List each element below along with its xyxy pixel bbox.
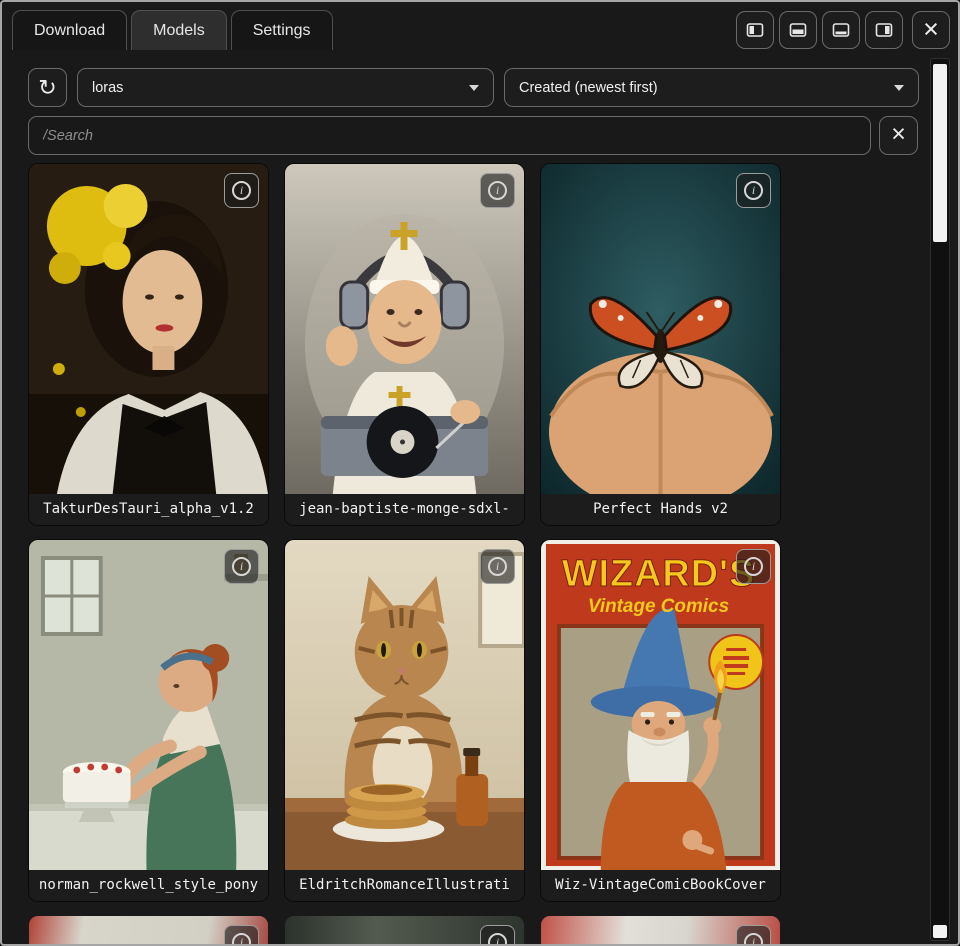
model-type-select[interactable]: loras	[77, 68, 494, 107]
info-button[interactable]: i	[736, 925, 771, 946]
model-type-value: loras	[92, 80, 123, 96]
dock-bottom-bar-button[interactable]	[822, 11, 860, 49]
dock-left-button[interactable]	[736, 11, 774, 49]
close-icon: ×	[923, 16, 939, 43]
info-icon: i	[744, 933, 763, 946]
sort-value: Created (newest first)	[519, 80, 658, 96]
titlebar-buttons: ×	[736, 11, 950, 49]
tab-download-label: Download	[34, 22, 105, 40]
info-icon: i	[488, 557, 507, 576]
model-name: EldritchRomanceIllustrati	[285, 870, 524, 901]
info-icon: i	[232, 933, 251, 946]
model-thumbnail	[285, 540, 524, 870]
chevron-down-icon	[894, 85, 904, 91]
info-icon: i	[488, 181, 507, 200]
scrollbar-track[interactable]	[930, 58, 950, 941]
scrollbar-thumb[interactable]	[933, 64, 947, 242]
info-icon: i	[232, 181, 251, 200]
info-button[interactable]: i	[480, 173, 515, 208]
model-thumbnail	[29, 164, 268, 494]
dock-bottom-bar-icon	[831, 20, 851, 40]
refresh-icon: ↻	[38, 75, 56, 101]
model-name: TakturDesTauri_alpha_v1.2	[29, 494, 268, 525]
tab-models[interactable]: Models	[131, 10, 227, 50]
tab-settings-label: Settings	[253, 22, 311, 40]
model-thumbnail	[285, 164, 524, 494]
tab-bar: Download Models Settings	[12, 10, 333, 50]
model-card[interactable]: jean-baptiste-monge-sdxl- i	[285, 164, 524, 525]
model-card[interactable]: TakturDesTauri_alpha_v1.2 i	[29, 164, 268, 525]
model-card[interactable]: WIZARD'S Vintage Comics Wiz-VintageComic…	[541, 540, 780, 901]
info-button[interactable]: i	[224, 549, 259, 584]
info-button[interactable]: i	[224, 173, 259, 208]
model-thumbnail: WIZARD'S Vintage Comics	[541, 540, 780, 870]
model-card-partial[interactable]: i	[541, 916, 780, 946]
scrollbar-corner	[933, 925, 947, 938]
dock-bottom-icon	[788, 20, 808, 40]
model-card-partial[interactable]: i	[285, 916, 524, 946]
dock-bottom-button[interactable]	[779, 11, 817, 49]
info-button[interactable]: i	[736, 173, 771, 208]
model-name: Perfect Hands v2	[541, 494, 780, 525]
model-card[interactable]: Perfect Hands v2 i	[541, 164, 780, 525]
dock-right-icon	[874, 20, 894, 40]
models-panel: Download Models Settings	[0, 0, 960, 946]
model-card[interactable]: norman_rockwell_style_pony i	[29, 540, 268, 901]
info-icon: i	[488, 933, 507, 946]
model-card-partial[interactable]: i	[29, 916, 268, 946]
info-icon: i	[232, 557, 251, 576]
dock-right-button[interactable]	[865, 11, 903, 49]
chevron-down-icon	[469, 85, 479, 91]
model-thumbnail	[29, 540, 268, 870]
clear-search-button[interactable]: ×	[879, 116, 918, 155]
close-button[interactable]: ×	[912, 11, 950, 49]
refresh-button[interactable]: ↻	[28, 68, 67, 107]
model-name: Wiz-VintageComicBookCover	[541, 870, 780, 901]
info-icon: i	[744, 557, 763, 576]
model-name: norman_rockwell_style_pony	[29, 870, 268, 901]
info-icon: i	[744, 181, 763, 200]
tab-download[interactable]: Download	[12, 10, 127, 50]
search-input[interactable]	[28, 116, 871, 155]
close-icon: ×	[891, 120, 906, 149]
info-button[interactable]: i	[480, 925, 515, 946]
tab-models-label: Models	[153, 22, 205, 40]
comic-subtitle-text: Vintage Comics	[588, 596, 729, 617]
info-button[interactable]: i	[480, 549, 515, 584]
comic-title-text: WIZARD'S	[562, 553, 755, 595]
dock-left-icon	[745, 20, 765, 40]
tab-settings[interactable]: Settings	[231, 10, 333, 50]
model-card[interactable]: EldritchRomanceIllustrati i	[285, 540, 524, 901]
info-button[interactable]: i	[224, 925, 259, 946]
model-thumbnail	[541, 164, 780, 494]
sort-select[interactable]: Created (newest first)	[504, 68, 919, 107]
info-button[interactable]: i	[736, 549, 771, 584]
model-name: jean-baptiste-monge-sdxl-	[285, 494, 524, 525]
